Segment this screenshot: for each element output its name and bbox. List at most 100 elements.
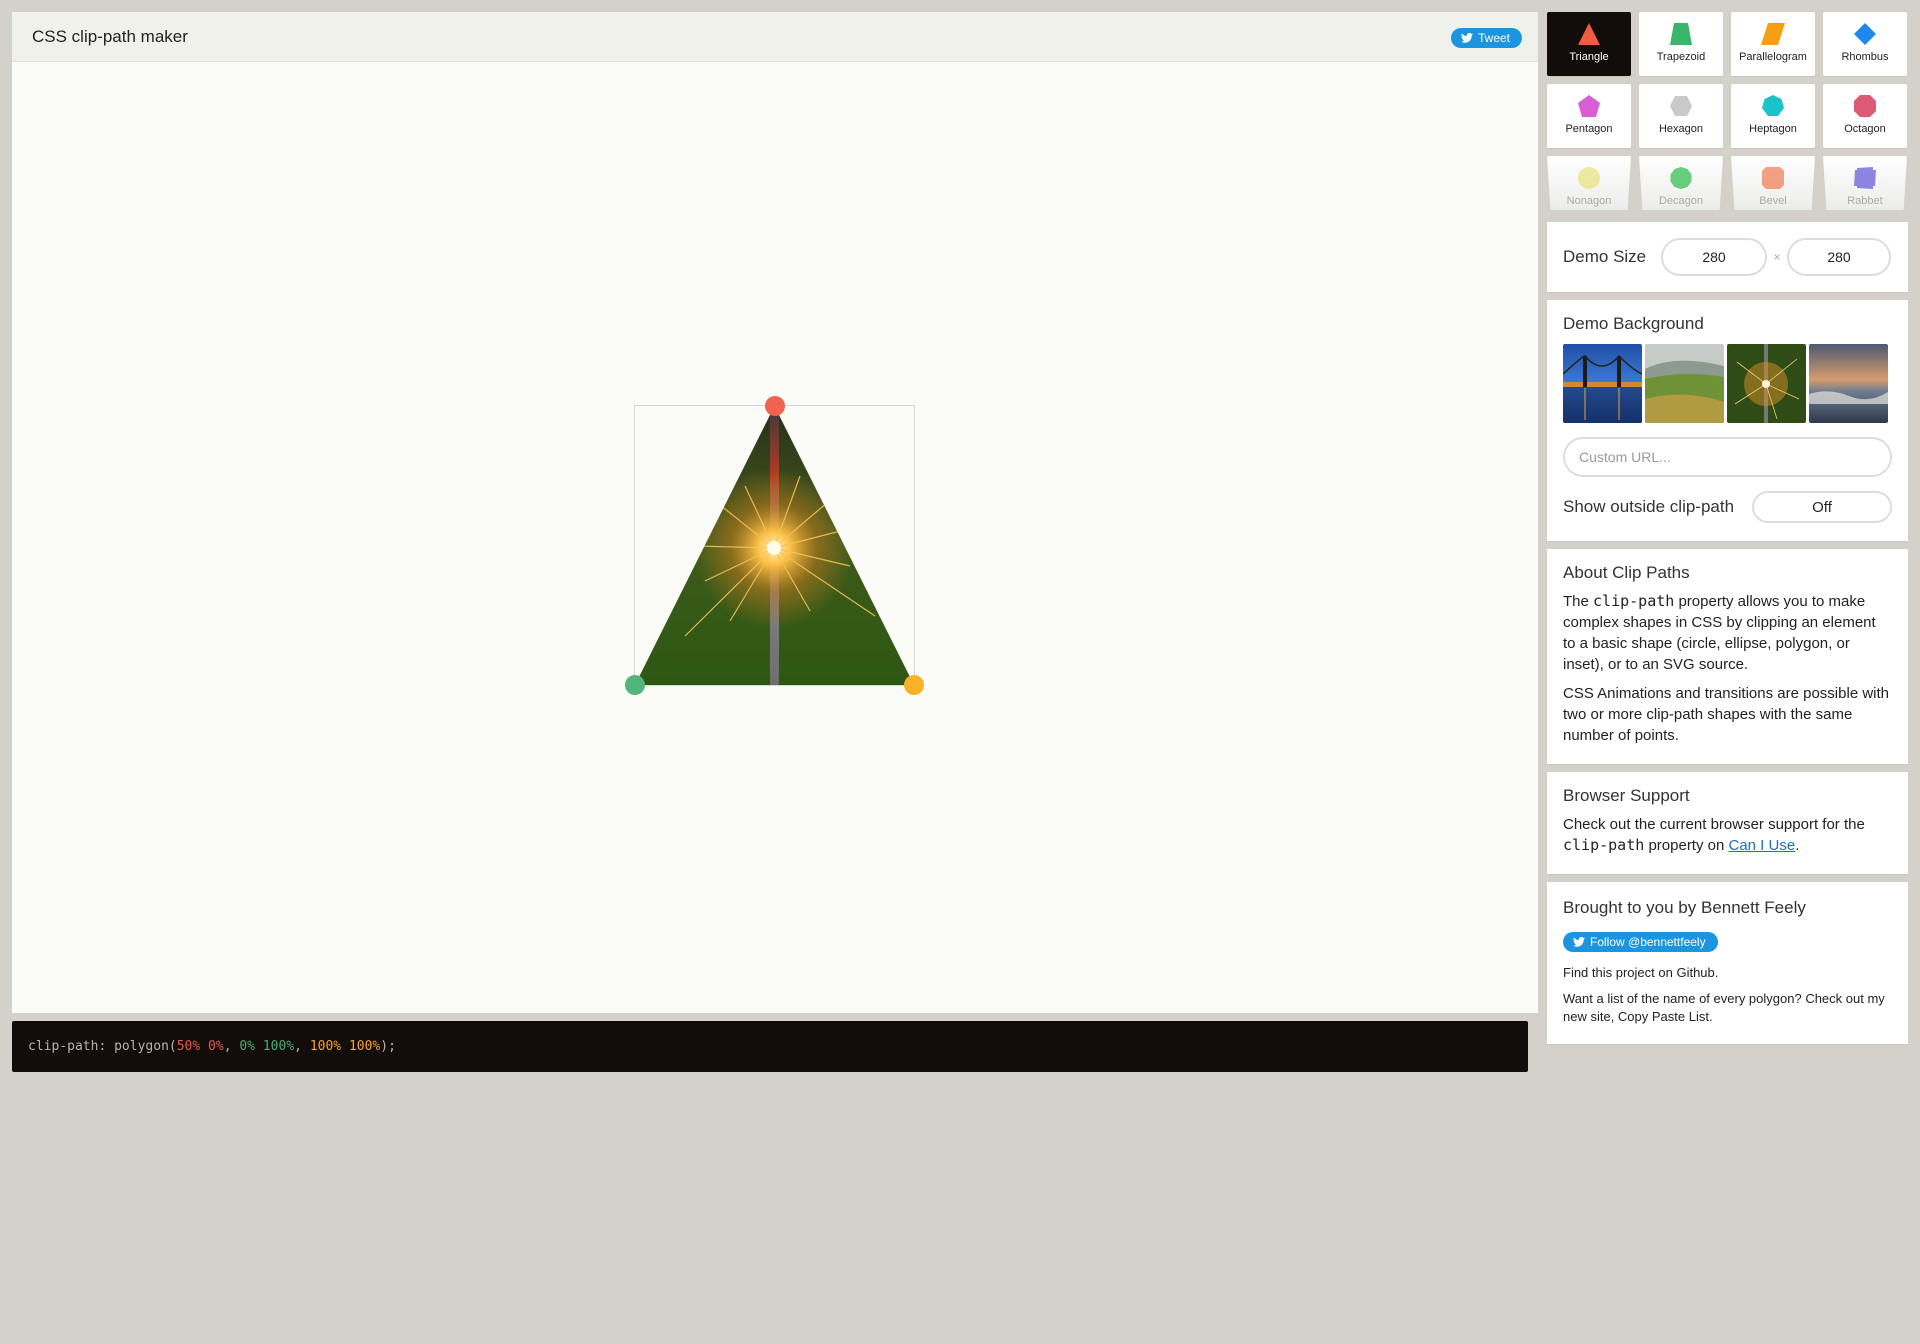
shape-tile-hexagon[interactable]: Hexagon [1639,84,1723,148]
support-text: Check out the current browser support fo… [1563,816,1865,833]
octagon-icon [1854,95,1876,117]
demo-background-panel: Demo Background Custom URL... Show outsi… [1547,300,1908,541]
demo-bounding-box [625,396,924,695]
browser-support-panel: Browser Support Check out the current br… [1547,772,1908,874]
about-paragraph-2: CSS Animations and transitions are possi… [1563,685,1890,744]
demo-height-input[interactable] [1787,238,1891,276]
rhombus-icon [1854,23,1876,45]
shape-tile-bevel[interactable]: Bevel [1731,156,1815,210]
shape-tile-trapezoid[interactable]: Trapezoid [1639,12,1723,76]
shape-label: Octagon [1844,123,1886,135]
sparkler-thumbnail[interactable] [1727,344,1806,423]
code-point-2: 0% 100% [239,1039,295,1054]
demo-canvas [12,62,1538,1013]
trapezoid-icon [1670,23,1692,45]
code-property: clip-path: [28,1039,107,1054]
code-separator: , [294,1039,310,1054]
copy-paste-list-link[interactable]: Copy Paste List [1618,1009,1709,1024]
shape-tile-nonagon[interactable]: Nonagon [1547,156,1631,210]
background-thumbnails [1563,344,1892,423]
bridge-night-thumbnail[interactable] [1563,344,1642,423]
twitter-bird-icon [1460,33,1473,43]
handle-bottom-right[interactable] [904,675,924,695]
demo-size-label: Demo Size [1563,247,1647,266]
ocean-sunset-thumbnail[interactable] [1809,344,1888,423]
clip-path-code-output[interactable]: clip-path: polygon(50% 0%, 0% 100%, 100%… [12,1021,1528,1072]
green-valley-thumbnail[interactable] [1645,344,1724,423]
code-point-3: 100% 100% [309,1039,381,1054]
tweet-label: Tweet [1477,31,1510,45]
shape-tile-rhombus[interactable]: Rhombus [1823,12,1907,76]
shape-label: Nonagon [1566,195,1612,207]
sidebar: Triangle Trapezoid Parallelogram Rhombus… [1547,12,1908,1044]
clip-path-code: clip-path [1563,836,1645,854]
decagon-icon [1670,167,1692,189]
credits-text: Want a list of the name of every polygon… [1563,991,1885,1024]
rabbet-icon [1854,167,1876,189]
hexagon-icon [1670,96,1692,116]
about-paragraph-1: The clip-path property allows you to mak… [1563,591,1892,675]
shape-label: Parallelogram [1739,51,1807,63]
shape-tile-octagon[interactable]: Octagon [1823,84,1907,148]
handle-bottom-left[interactable] [625,675,645,695]
about-panel: About Clip Paths The clip-path property … [1547,549,1908,764]
clip-path-stage: CSS clip-path maker Tweet [12,12,1538,1013]
shape-label: Decagon [1658,195,1704,207]
support-text: . [1795,837,1800,854]
code-func-close: ); [380,1039,396,1054]
size-separator: × [1773,250,1781,264]
show-outside-toggle[interactable]: Off [1752,491,1892,523]
clipped-demo-image [635,406,914,685]
shape-grid: Triangle Trapezoid Parallelogram Rhombus… [1547,12,1908,148]
bevel-icon [1762,167,1784,189]
shape-label: Heptagon [1749,123,1797,135]
shape-label: Trapezoid [1656,51,1706,63]
pentagon-icon [1578,95,1600,117]
show-outside-label: Show outside clip-path [1563,497,1735,516]
github-link[interactable]: Github [1676,965,1714,980]
follow-button[interactable]: Follow @bennettfeely [1563,932,1718,952]
top-bar: CSS clip-path maker Tweet [12,12,1538,62]
copy-paste-list-text: Want a list of the name of every polygon… [1563,990,1892,1026]
code-separator: , [223,1039,240,1054]
tweet-button[interactable]: Tweet [1450,28,1522,48]
browser-support-title: Browser Support [1563,786,1690,805]
nonagon-icon [1578,167,1600,189]
shape-tile-parallelogram[interactable]: Parallelogram [1731,12,1815,76]
can-i-use-link[interactable]: Can I Use [1729,837,1796,854]
shape-label: Bevel [1759,195,1787,207]
shape-label: Hexagon [1658,123,1704,135]
shape-label: Rhombus [1841,51,1889,63]
browser-support-text: Check out the current browser support fo… [1563,814,1892,856]
app-title: CSS clip-path maker [32,27,188,46]
credits-text: . [1714,965,1719,980]
heptagon-icon [1762,95,1784,116]
shape-tile-decagon[interactable]: Decagon [1639,156,1723,210]
github-text: Find this project on Github. [1563,964,1892,982]
credits-title: Brought to you by Bennett Feely [1563,898,1806,917]
credits-text: Find this project on [1563,965,1677,980]
demo-size-panel: Demo Size × [1547,222,1908,292]
shape-tile-rabbet[interactable]: Rabbet [1823,156,1907,210]
code-func-open: polygon( [114,1039,177,1054]
parallelogram-icon [1761,23,1785,45]
twitter-bird-icon [1573,937,1585,947]
credits-panel: Brought to you by Bennett Feely Follow @… [1547,882,1908,1044]
about-text: The [1563,593,1594,610]
about-title: About Clip Paths [1563,563,1690,582]
custom-url-input[interactable] [1563,437,1892,477]
shape-tile-pentagon[interactable]: Pentagon [1547,84,1631,148]
shape-tile-heptagon[interactable]: Heptagon [1731,84,1815,148]
demo-background-title: Demo Background [1563,314,1704,333]
follow-label: Follow @bennettfeely [1590,935,1706,949]
shape-grid-more: Nonagon Decagon Bevel Rabbet [1547,156,1908,210]
code-point-1: 50% 0% [176,1039,224,1054]
credits-text: . [1708,1009,1713,1024]
triangle-icon [1578,23,1600,45]
shape-label: Rabbet [1847,195,1883,207]
handle-top[interactable] [764,396,785,416]
support-text: property on [1644,837,1729,854]
shape-tile-triangle[interactable]: Triangle [1547,12,1631,76]
demo-width-input[interactable] [1661,238,1767,276]
shape-label: Pentagon [1565,123,1613,135]
